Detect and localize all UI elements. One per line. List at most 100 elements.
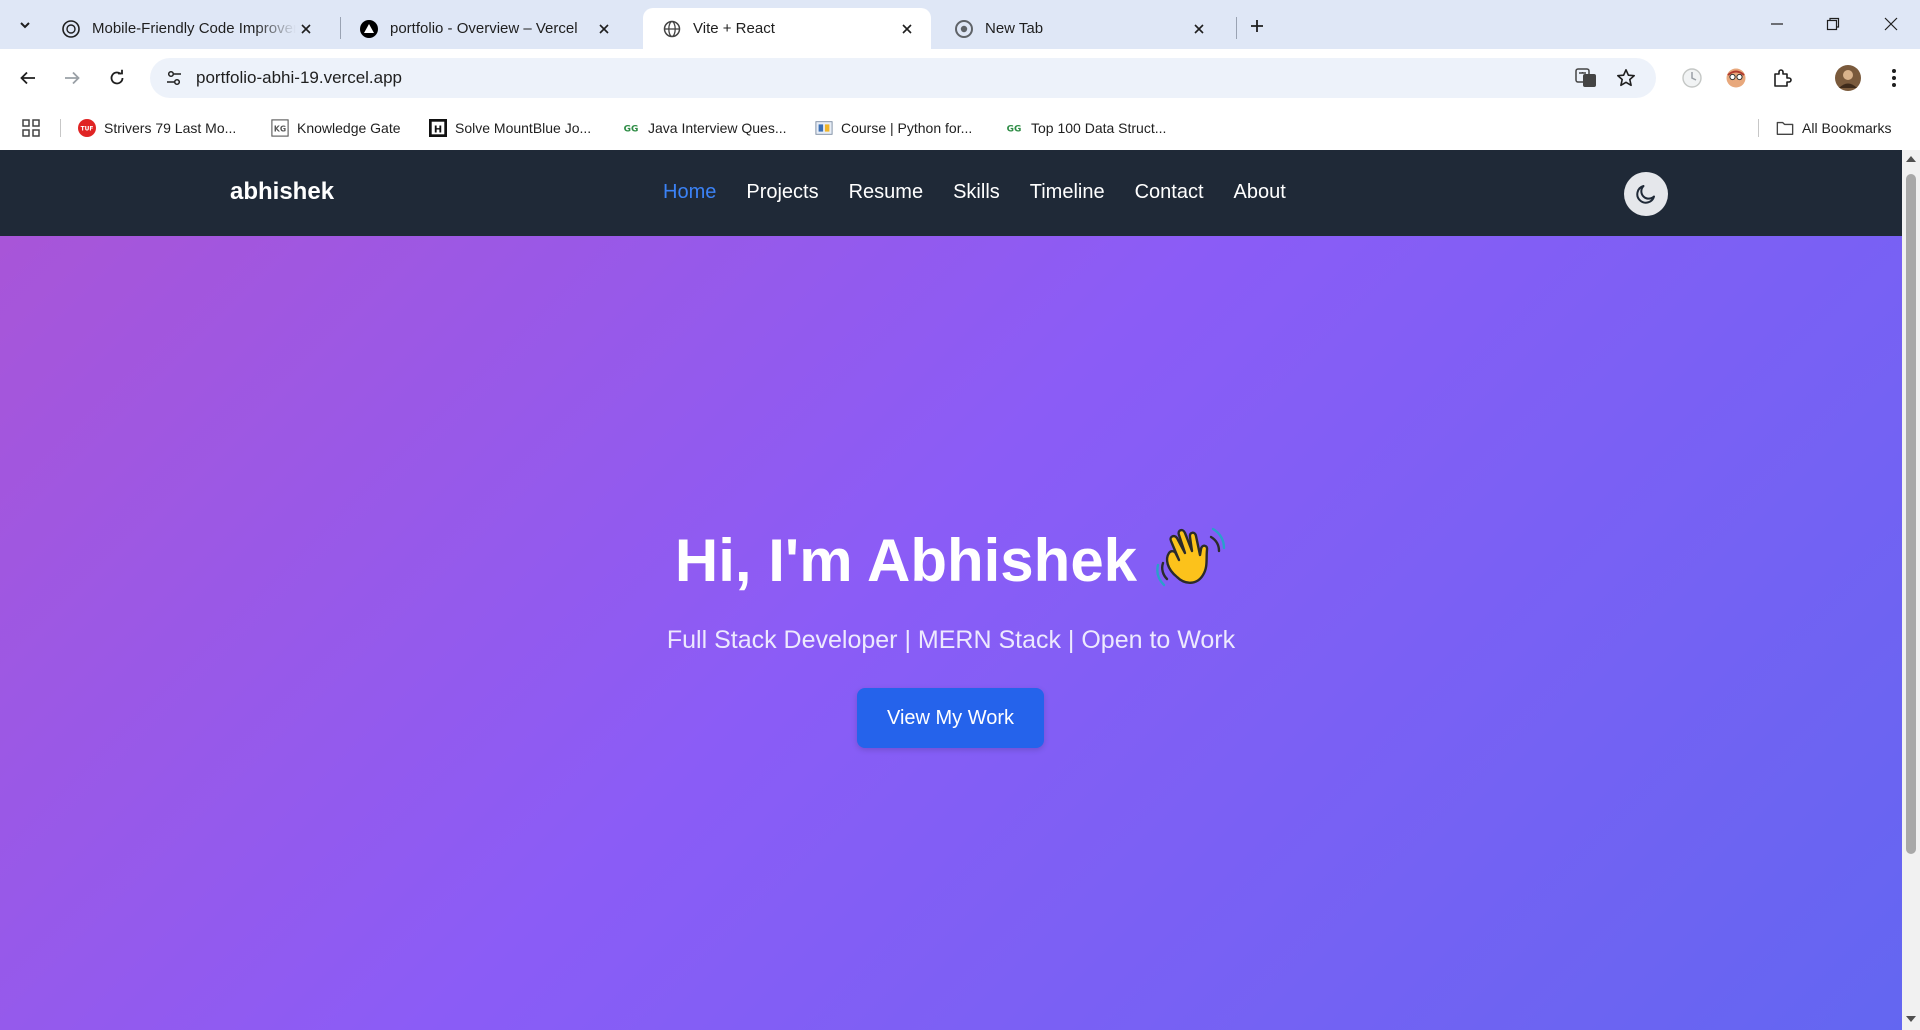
bookmark-label: Strivers 79 Last Mo... bbox=[104, 120, 237, 136]
tab-divider bbox=[1236, 17, 1237, 39]
tab-search-button[interactable] bbox=[12, 12, 38, 38]
tab-title: Mobile-Friendly Code Improver bbox=[92, 20, 296, 37]
tab-mobile-friendly[interactable]: Mobile-Friendly Code Improver bbox=[42, 8, 330, 49]
page-scrollbar[interactable] bbox=[1902, 150, 1920, 1030]
close-icon[interactable] bbox=[1189, 19, 1209, 39]
profile-button[interactable] bbox=[1832, 62, 1864, 94]
scroll-up-arrow[interactable] bbox=[1906, 156, 1916, 162]
back-button[interactable] bbox=[12, 62, 44, 94]
apps-button[interactable] bbox=[22, 117, 40, 139]
bookmark-label: Java Interview Ques... bbox=[648, 120, 787, 136]
bookmarks-divider bbox=[60, 119, 61, 137]
gfg-icon: GG bbox=[622, 119, 640, 137]
url-text[interactable]: portfolio-abhi-19.vercel.app bbox=[196, 68, 402, 88]
site-brand[interactable]: abhishek bbox=[230, 178, 334, 206]
waving-hand-icon bbox=[1155, 523, 1227, 595]
bookmarks-bar: TUF Strivers 79 Last Mo... KG Knowledge … bbox=[0, 107, 1920, 149]
site-info-button[interactable] bbox=[160, 64, 188, 92]
folder-icon bbox=[1776, 119, 1794, 137]
forward-button[interactable] bbox=[56, 62, 88, 94]
tab-vercel[interactable]: portfolio - Overview – Vercel bbox=[340, 8, 628, 49]
chrome-icon bbox=[955, 19, 973, 38]
bookmark-java-interview[interactable]: GG Java Interview Ques... bbox=[622, 117, 787, 139]
view-my-work-button[interactable]: View My Work bbox=[857, 688, 1044, 748]
extension-clock-icon bbox=[1682, 68, 1702, 88]
plus-icon bbox=[1251, 20, 1263, 32]
vercel-triangle-icon bbox=[360, 19, 378, 38]
bookmark-label: All Bookmarks bbox=[1802, 120, 1892, 136]
close-icon bbox=[1884, 17, 1898, 31]
theme-toggle-button[interactable] bbox=[1624, 172, 1668, 216]
bookmark-strivers[interactable]: TUF Strivers 79 Last Mo... bbox=[78, 117, 236, 139]
bookmark-label: Knowledge Gate bbox=[297, 120, 401, 136]
translate-icon[interactable] bbox=[1572, 64, 1600, 92]
scroll-thumb[interactable] bbox=[1906, 174, 1916, 854]
hackerrank-icon: H bbox=[429, 119, 447, 137]
tab-vite-react[interactable]: Vite + React bbox=[643, 8, 931, 49]
svg-text:GG: GG bbox=[624, 125, 639, 135]
star-icon[interactable] bbox=[1612, 64, 1640, 92]
extension-button[interactable] bbox=[1720, 62, 1752, 94]
tab-new-tab[interactable]: New Tab bbox=[935, 8, 1223, 49]
scroll-down-arrow[interactable] bbox=[1906, 1016, 1916, 1022]
course-icon bbox=[815, 119, 833, 137]
openai-icon bbox=[62, 19, 80, 38]
gfg-icon: GG bbox=[1005, 119, 1023, 137]
nav-home[interactable]: Home bbox=[663, 181, 716, 204]
avatar bbox=[1835, 65, 1861, 91]
arrow-left-icon bbox=[20, 71, 35, 85]
arrow-right-icon bbox=[65, 71, 80, 85]
tuf-icon: TUF bbox=[78, 119, 96, 137]
bookmark-label: Course | Python for... bbox=[841, 120, 973, 136]
all-bookmarks-button[interactable]: All Bookmarks bbox=[1776, 117, 1891, 139]
restore-button[interactable] bbox=[1813, 8, 1853, 40]
close-icon[interactable] bbox=[594, 19, 614, 39]
bookmark-label: Top 100 Data Struct... bbox=[1031, 120, 1167, 136]
tab-title: New Tab bbox=[985, 20, 1044, 37]
tune-icon bbox=[167, 70, 181, 86]
reload-button[interactable] bbox=[101, 62, 133, 94]
bookmark-label: Solve MountBlue Jo... bbox=[455, 120, 592, 136]
nav-contact[interactable]: Contact bbox=[1135, 181, 1204, 204]
svg-text:GG: GG bbox=[1007, 125, 1022, 135]
new-tab-button[interactable] bbox=[1243, 12, 1271, 40]
close-icon[interactable] bbox=[296, 19, 316, 39]
hero-section: Hi, I'm Abhishek Full Stack Developer | … bbox=[0, 236, 1902, 1030]
tab-title: portfolio - Overview – Vercel bbox=[390, 20, 578, 37]
address-bar[interactable]: portfolio-abhi-19.vercel.app bbox=[150, 58, 1656, 98]
close-window-button[interactable] bbox=[1871, 8, 1911, 40]
apps-grid-icon bbox=[22, 119, 40, 137]
bookmarks-divider bbox=[1758, 119, 1759, 137]
hero-subtitle: Full Stack Developer | MERN Stack | Open… bbox=[666, 626, 1236, 654]
nav-skills[interactable]: Skills bbox=[953, 181, 1000, 204]
site-navbar: abhishek Home Projects Resume Skills Tim… bbox=[0, 150, 1902, 236]
extensions-menu-button[interactable] bbox=[1766, 62, 1798, 94]
kg-icon: KG bbox=[271, 119, 289, 137]
bookmark-knowledge-gate[interactable]: KG Knowledge Gate bbox=[271, 117, 401, 139]
nav-about[interactable]: About bbox=[1234, 181, 1286, 204]
bookmark-mountblue[interactable]: H Solve MountBlue Jo... bbox=[429, 117, 591, 139]
extension-face-icon bbox=[1726, 68, 1746, 88]
nav-resume[interactable]: Resume bbox=[849, 181, 923, 204]
minimize-icon bbox=[1771, 23, 1783, 25]
moon-icon bbox=[1636, 185, 1655, 204]
bookmark-top-100-dsa[interactable]: GG Top 100 Data Struct... bbox=[1005, 117, 1167, 139]
nav-projects[interactable]: Projects bbox=[746, 181, 818, 204]
browser-menu-button[interactable] bbox=[1878, 62, 1910, 94]
tab-strip: Mobile-Friendly Code Improver portfolio … bbox=[0, 0, 1920, 49]
restore-icon bbox=[1826, 17, 1840, 31]
hero-title-text: Hi, I'm Abhishek bbox=[674, 527, 1138, 594]
nav-menu: Home Projects Resume Skills Timeline Con… bbox=[663, 181, 1316, 204]
page-viewport: abhishek Home Projects Resume Skills Tim… bbox=[0, 150, 1902, 1030]
bookmark-python-course[interactable]: Course | Python for... bbox=[815, 117, 972, 139]
svg-text:TUF: TUF bbox=[81, 127, 94, 133]
minimize-button[interactable] bbox=[1757, 8, 1797, 40]
globe-icon bbox=[663, 20, 681, 38]
svg-text:KG: KG bbox=[274, 125, 286, 134]
close-icon[interactable] bbox=[897, 19, 917, 39]
tab-title: Vite + React bbox=[693, 20, 775, 37]
more-vertical-icon bbox=[1892, 69, 1896, 87]
extension-button[interactable] bbox=[1676, 62, 1708, 94]
nav-timeline[interactable]: Timeline bbox=[1030, 181, 1105, 204]
hero-heading: Hi, I'm Abhishek bbox=[0, 526, 1902, 601]
